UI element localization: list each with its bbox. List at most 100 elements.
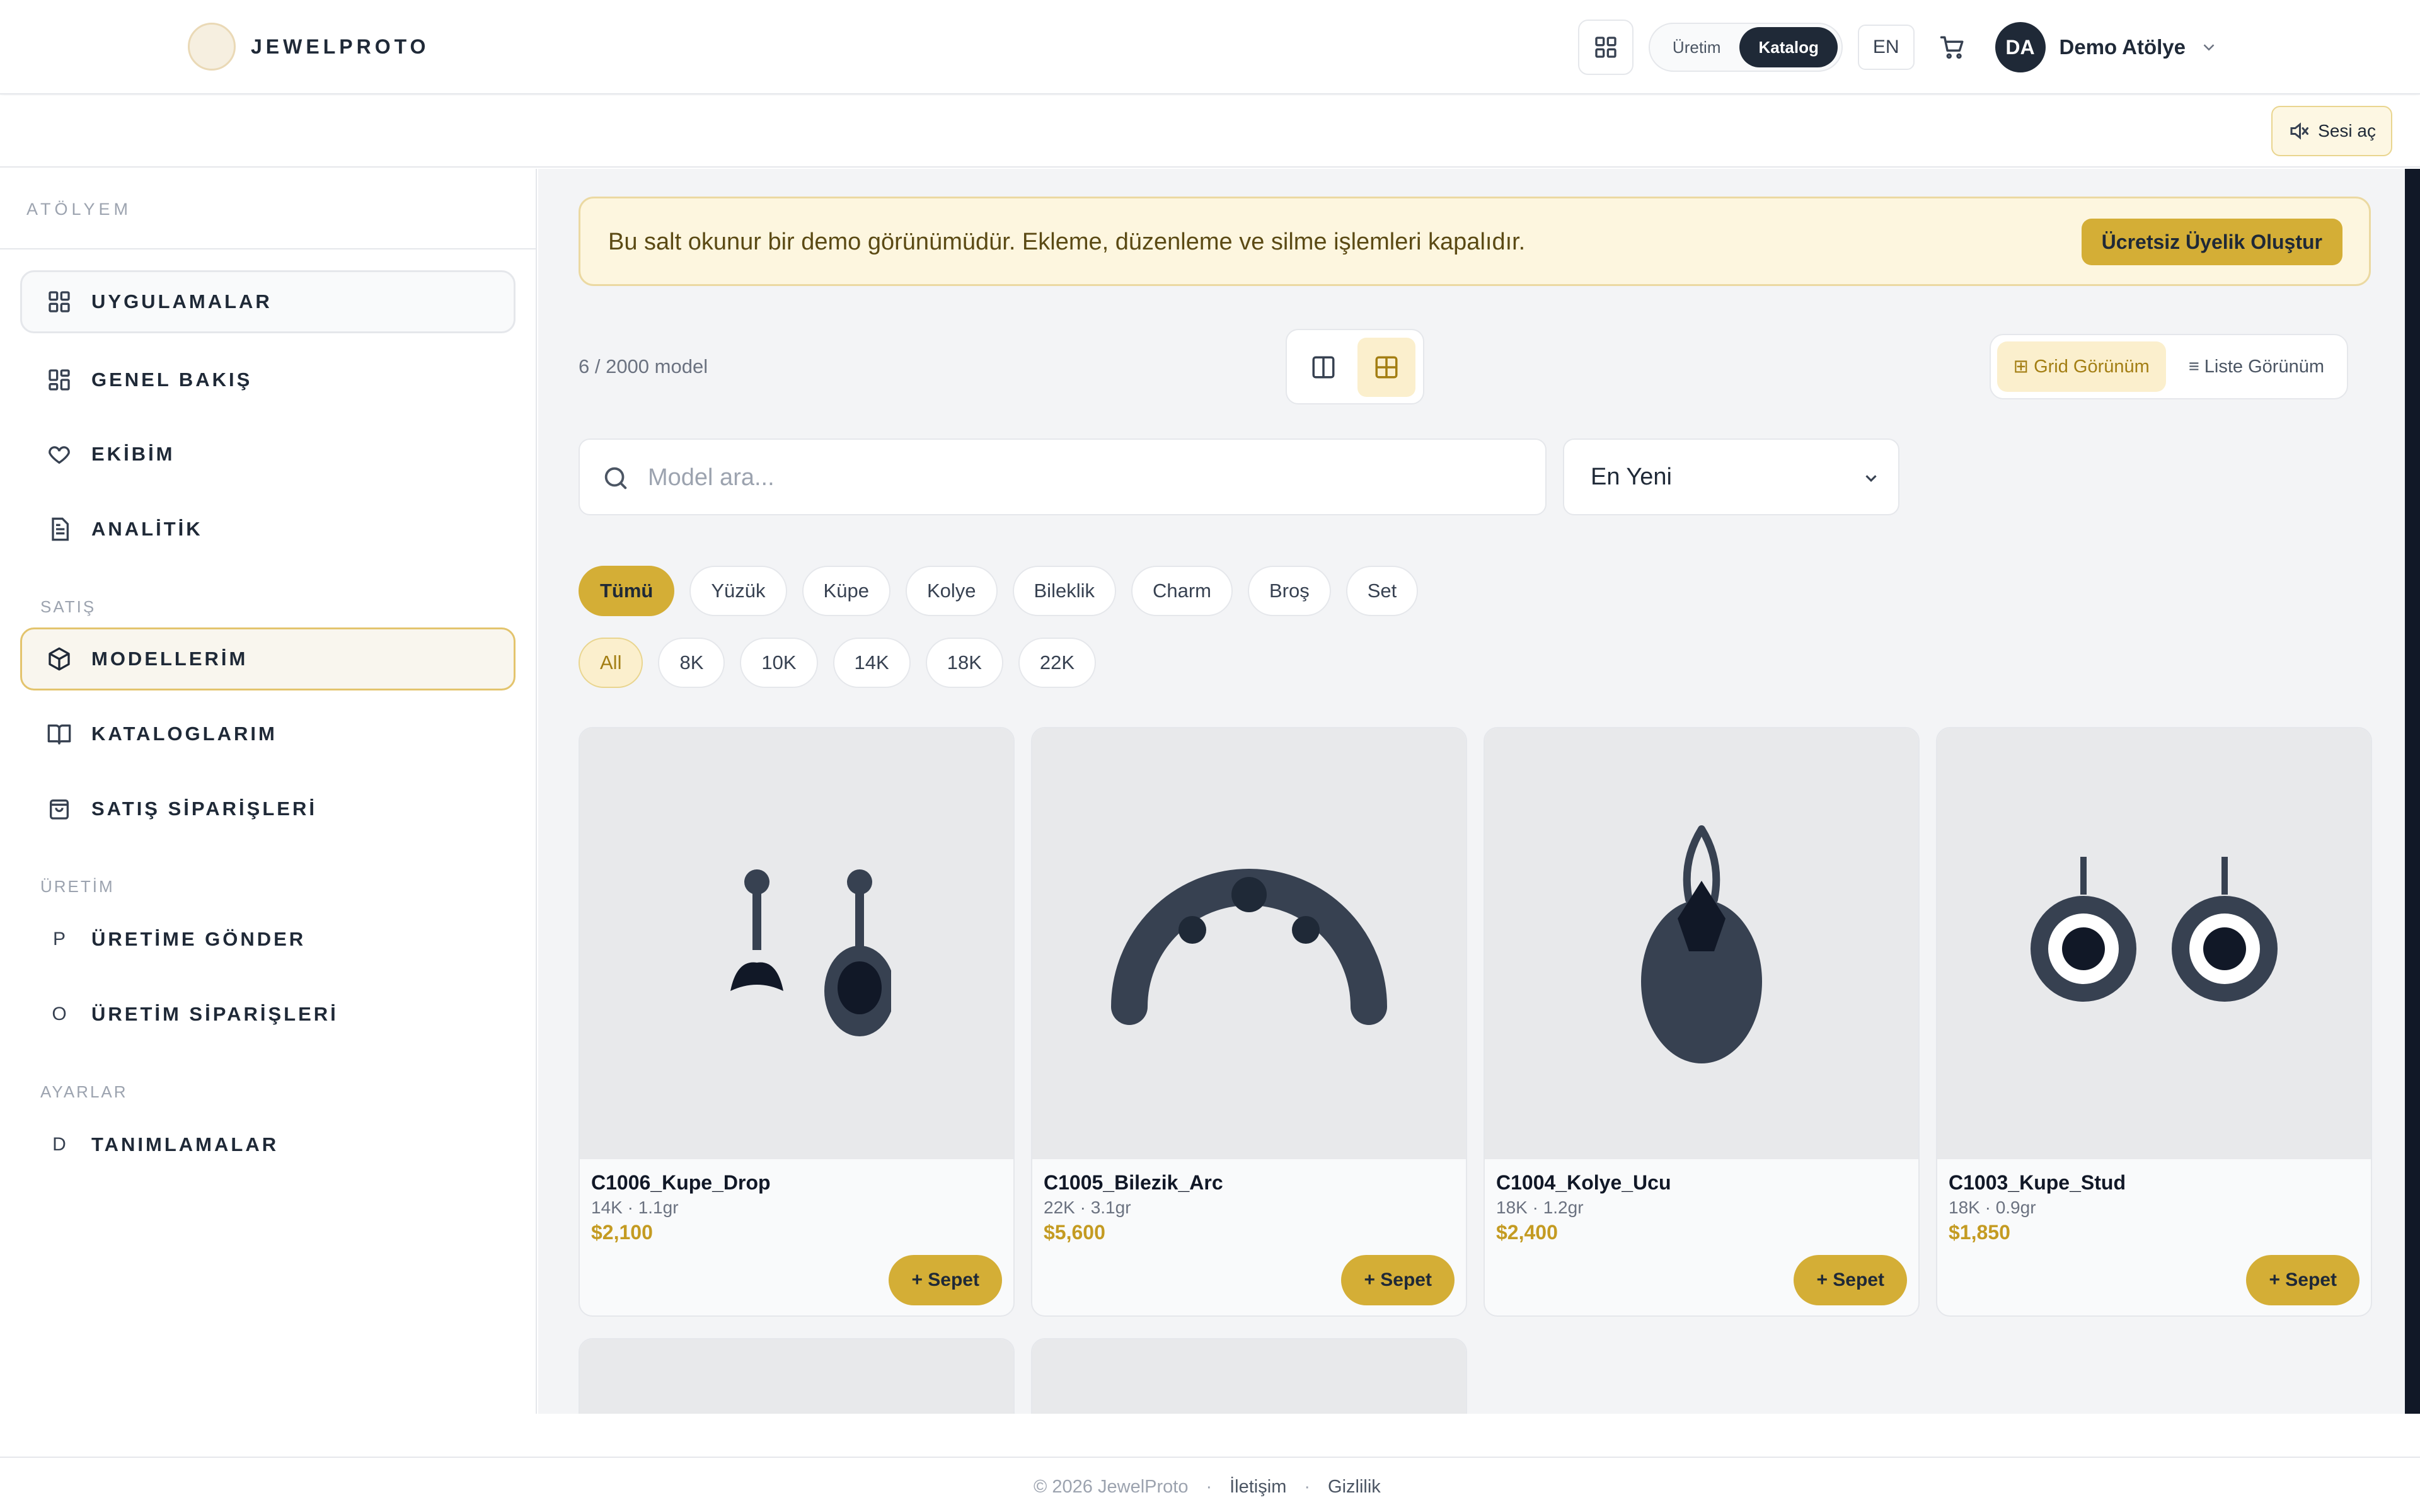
- add-to-cart-button[interactable]: + Sepet: [1341, 1255, 1455, 1305]
- unmute-button[interactable]: Sesi aç: [2271, 106, 2392, 156]
- brand-name: JEWELPROTO: [251, 35, 430, 58]
- sidebar-item-production-orders[interactable]: O ÜRETİM SİPARİŞLERİ: [20, 983, 516, 1046]
- add-to-cart-button[interactable]: + Sepet: [1794, 1255, 1907, 1305]
- list-view-button[interactable]: ≡ Liste Görünüm: [2172, 341, 2341, 392]
- sidebar-item-label: ANALİTİK: [91, 518, 203, 540]
- sidebar-item-models[interactable]: MODELLERİM: [20, 627, 516, 690]
- grid-icon: [1595, 37, 1616, 58]
- product-card[interactable]: C1005_Bilezik_Arc 22K · 3.1gr $5,600 + S…: [1031, 727, 1467, 1317]
- drop-earrings-image: [730, 869, 891, 1036]
- list-view-label: Liste Görünüm: [2204, 357, 2324, 377]
- brand[interactable]: JEWELPROTO: [188, 23, 429, 71]
- sidebar-item-definitions[interactable]: D TANIMLAMALAR: [20, 1113, 516, 1176]
- category-chip[interactable]: Kolye: [905, 566, 998, 616]
- sidebar-item-label: MODELLERİM: [91, 648, 248, 670]
- karat-chip[interactable]: 10K: [740, 638, 818, 688]
- arc-bracelet-image: [1111, 869, 1387, 1025]
- karat-chip[interactable]: 22K: [1018, 638, 1097, 688]
- category-chip[interactable]: Küpe: [802, 566, 890, 616]
- main-content: Bu salt okunur bir demo görünümüdür. Ekl…: [538, 169, 2405, 1414]
- letter-p-icon: P: [52, 929, 66, 949]
- karat-filters: All 8K 10K 14K 18K 22K: [579, 638, 1097, 688]
- sidebar-item-label: ÜRETİME GÖNDER: [91, 928, 306, 950]
- product-image: [1032, 728, 1466, 1159]
- product-card-partial[interactable]: [1031, 1338, 1467, 1414]
- column-toggle: [1286, 329, 1424, 404]
- brand-logo: [188, 23, 236, 71]
- sub-toolbar: Sesi aç: [0, 96, 2420, 168]
- apps-grid-button[interactable]: [1577, 20, 1634, 75]
- cart-button[interactable]: [1930, 25, 1975, 70]
- dashboard-icon: [45, 365, 74, 394]
- product-image: [580, 1339, 1013, 1414]
- two-column-button[interactable]: [1294, 338, 1352, 397]
- chevron-down-icon: [2203, 44, 2215, 51]
- mode-catalog[interactable]: Katalog: [1739, 27, 1838, 67]
- product-price: $5,600: [1044, 1221, 1105, 1244]
- footer-links: © 2026 JewelProto · İletişim · Gizlilik: [1034, 1477, 1381, 1498]
- sidebar-item-apps[interactable]: UYGULAMALAR: [20, 270, 516, 333]
- product-card[interactable]: C1004_Kolye_Ucu 18K · 1.2gr $2,400 + Sep…: [1484, 727, 1920, 1317]
- four-column-button[interactable]: [1357, 338, 1415, 397]
- mode-toggle: Üretim Katalog: [1648, 23, 1843, 72]
- grid-layout-icon: [1375, 356, 1398, 379]
- sidebar: ATÖLYEM UYGULAMALAR GENEL BAKIŞ EKİBİM A…: [0, 169, 537, 1414]
- sidebar-item-team[interactable]: EKİBİM: [20, 423, 516, 486]
- product-card[interactable]: C1006_Kupe_Drop 14K · 1.1gr $2,100 + Sep…: [579, 727, 1015, 1317]
- category-chip[interactable]: Tümü: [579, 566, 675, 616]
- product-name: C1004_Kolye_Ucu: [1496, 1171, 1671, 1194]
- karat-chip[interactable]: 18K: [925, 638, 1003, 688]
- search-icon: [604, 467, 627, 490]
- unmute-label: Sesi aç: [2318, 121, 2376, 140]
- add-to-cart-button[interactable]: + Sepet: [2246, 1255, 2360, 1305]
- category-chip[interactable]: Yüzük: [689, 566, 787, 616]
- sidebar-item-label: EKİBİM: [91, 443, 175, 465]
- product-price: $2,100: [591, 1221, 653, 1244]
- category-chip[interactable]: Charm: [1131, 566, 1233, 616]
- product-card[interactable]: C1003_Kupe_Stud 18K · 0.9gr $1,850 + Sep…: [1936, 727, 2372, 1317]
- contact-link[interactable]: İletişim: [1230, 1477, 1286, 1498]
- create-account-button[interactable]: Ücretsiz Üyelik Oluştur: [2081, 219, 2342, 265]
- sidebar-section-production: ÜRETİM: [40, 877, 115, 896]
- sidebar-item-analytics[interactable]: ANALİTİK: [20, 498, 516, 561]
- karat-chip[interactable]: 14K: [833, 638, 911, 688]
- grid-view-button[interactable]: ⊞ Grid Görünüm: [1997, 341, 2166, 392]
- search-input[interactable]: [648, 452, 1518, 503]
- scrollbar[interactable]: [2405, 169, 2420, 1414]
- karat-chip[interactable]: All: [579, 638, 643, 688]
- sort-value: En Yeni: [1591, 464, 1672, 490]
- product-card-partial[interactable]: [579, 1338, 1015, 1414]
- sidebar-item-send-production[interactable]: P ÜRETİME GÖNDER: [20, 908, 516, 971]
- cube-icon: [45, 644, 74, 673]
- footer: © 2026 JewelProto · İletişim · Gizlilik: [0, 1457, 2420, 1512]
- product-meta: 18K · 1.2gr: [1496, 1198, 1584, 1217]
- karat-chip[interactable]: 8K: [658, 638, 725, 688]
- product-name: C1003_Kupe_Stud: [1949, 1171, 2126, 1194]
- sort-select[interactable]: En Yeni: [1563, 438, 1899, 515]
- bag-icon: [45, 794, 74, 823]
- cart-icon: [1940, 36, 1964, 59]
- sidebar-item-catalogs[interactable]: KATALOGLARIM: [20, 702, 516, 765]
- letter-o-icon: O: [52, 1004, 67, 1024]
- grid-small-icon: ⊞: [2013, 357, 2034, 377]
- sidebar-item-label: KATALOGLARIM: [91, 723, 277, 745]
- product-price: $2,400: [1496, 1221, 1558, 1244]
- category-chip[interactable]: Bileklik: [1012, 566, 1116, 616]
- sidebar-item-overview[interactable]: GENEL BAKIŞ: [20, 348, 516, 411]
- category-chip[interactable]: Broş: [1247, 566, 1331, 616]
- mode-production[interactable]: Üretim: [1654, 27, 1740, 67]
- privacy-link[interactable]: Gizlilik: [1328, 1477, 1381, 1498]
- document-icon: [45, 515, 74, 544]
- top-navbar: JEWELPROTO Üretim Katalog EN DA Demo Atö…: [0, 0, 2420, 94]
- sidebar-heading: ATÖLYEM: [0, 169, 536, 249]
- add-to-cart-button[interactable]: + Sepet: [889, 1255, 1002, 1305]
- category-chip[interactable]: Set: [1345, 566, 1419, 616]
- language-button[interactable]: EN: [1857, 25, 1915, 70]
- product-price: $1,850: [1949, 1221, 2010, 1244]
- user-menu[interactable]: DA Demo Atölye: [1995, 22, 2218, 72]
- sidebar-item-label: ÜRETİM SİPARİŞLERİ: [91, 1003, 338, 1025]
- category-filters: Tümü Yüzük Küpe Kolye Bileklik Charm Bro…: [579, 566, 1419, 616]
- pendant-image: [1641, 825, 1762, 1063]
- sidebar-item-label: SATIŞ SİPARİŞLERİ: [91, 798, 317, 820]
- sidebar-item-sales-orders[interactable]: SATIŞ SİPARİŞLERİ: [20, 777, 516, 840]
